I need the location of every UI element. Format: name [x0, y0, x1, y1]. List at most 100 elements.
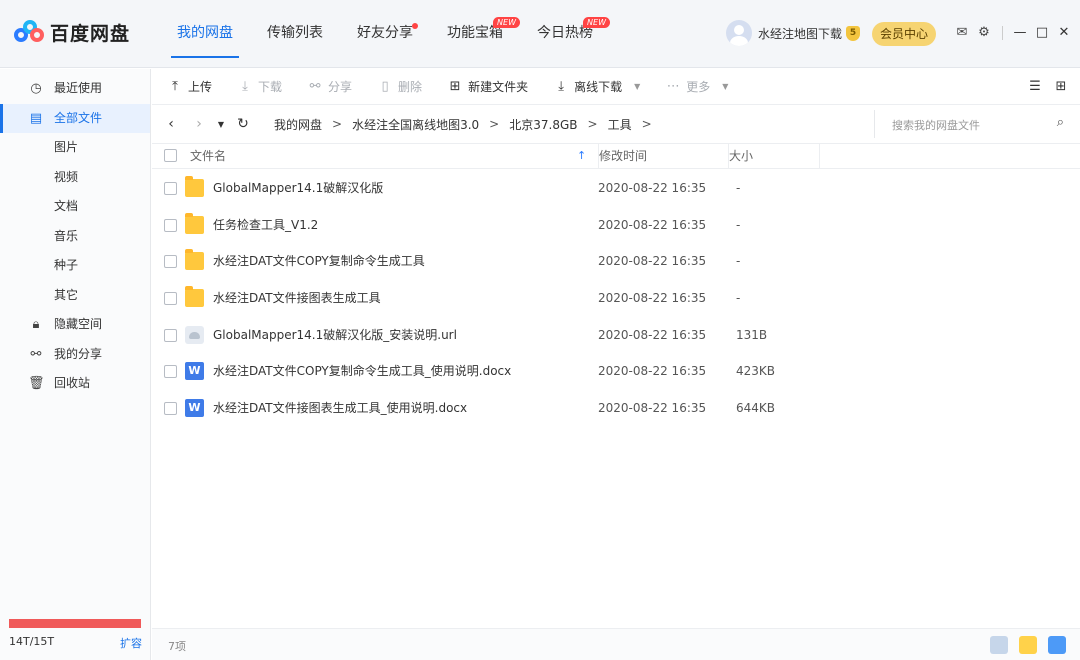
user-profile[interactable]: 水经注地图下载 5: [726, 20, 861, 46]
tab-friend-share[interactable]: 好友分享: [340, 0, 430, 68]
button-label: 删除: [398, 80, 423, 94]
search-input[interactable]: 搜索我的网盘文件: [892, 117, 980, 133]
file-name[interactable]: 水经注DAT文件接图表生成工具_使用说明.docx: [213, 390, 467, 426]
table-row[interactable]: GlobalMapper14.1破解汉化版_安装说明.url 2020-08-2…: [152, 317, 1080, 354]
file-name[interactable]: 水经注DAT文件COPY复制命令生成工具: [213, 243, 425, 279]
row-checkbox[interactable]: [164, 328, 177, 342]
select-all-checkbox[interactable]: [164, 149, 177, 162]
gear-icon[interactable]: ⚙: [976, 24, 992, 42]
file-time: 2020-08-22 16:35: [598, 291, 707, 306]
file-name[interactable]: 任务检查工具_V1.2: [213, 207, 318, 243]
table-row[interactable]: 水经注DAT文件COPY复制命令生成工具 2020-08-22 16:35 -: [152, 243, 1080, 280]
sidebar-item-label: 文档: [54, 199, 79, 213]
sidebar-item-recent[interactable]: ◷ 最近使用: [0, 74, 150, 104]
sidebar-item-torrents[interactable]: 种子: [0, 251, 150, 281]
breadcrumb-item[interactable]: 水经注全国离线地图3.0: [352, 116, 479, 133]
row-checkbox[interactable]: [164, 218, 177, 232]
sidebar-item-all-files[interactable]: ▤ 全部文件: [0, 103, 150, 133]
file-name[interactable]: GlobalMapper14.1破解汉化版: [213, 170, 383, 206]
safe-box-icon[interactable]: [1048, 636, 1066, 654]
chevron-right-icon: >: [332, 117, 343, 131]
button-label: 上传: [188, 80, 213, 94]
row-checkbox[interactable]: [164, 402, 177, 416]
offline-download-button[interactable]: ⤓ 离线下载 ▼: [554, 78, 640, 95]
chevron-right-icon[interactable]: >: [642, 117, 652, 131]
sidebar-item-other[interactable]: 其它: [0, 281, 150, 311]
upload-button[interactable]: ⤒ 上传: [168, 78, 212, 95]
table-row[interactable]: 任务检查工具_V1.2 2020-08-22 16:35 -: [152, 207, 1080, 244]
member-center-button[interactable]: 会员中心: [872, 22, 936, 46]
file-name[interactable]: GlobalMapper14.1破解汉化版_安装说明.url: [213, 317, 457, 353]
upload-folder-icon[interactable]: [1019, 636, 1037, 654]
row-checkbox[interactable]: [164, 182, 177, 195]
chevron-down-icon: ▼: [722, 82, 729, 91]
avatar[interactable]: [726, 20, 752, 46]
tab-my-disk[interactable]: 我的网盘: [160, 0, 250, 68]
maximize-icon[interactable]: □: [1031, 24, 1053, 42]
refresh-icon[interactable]: ↻: [234, 116, 252, 132]
trash-icon: ▯: [381, 79, 389, 94]
file-size: -: [736, 217, 741, 232]
button-label: 离线下载: [574, 80, 623, 94]
grid-view-icon[interactable]: ⊞: [1052, 78, 1070, 96]
more-button[interactable]: ⋯ 更多 ▼: [666, 78, 729, 95]
table-row[interactable]: W 水经注DAT文件接图表生成工具_使用说明.docx 2020-08-22 1…: [152, 390, 1080, 427]
button-label: 新建文件夹: [468, 80, 529, 94]
table-row[interactable]: 水经注DAT文件接图表生成工具 2020-08-22 16:35 -: [152, 280, 1080, 317]
sidebar-item-music[interactable]: 音乐: [0, 222, 150, 252]
column-header-time[interactable]: 修改时间: [598, 144, 647, 168]
sidebar-item-hidden-space[interactable]: 🔒︎ 隐藏空间: [0, 310, 150, 340]
word-document-icon: W: [185, 399, 204, 418]
tab-label: 传输列表: [267, 25, 323, 41]
search-box[interactable]: 搜索我的网盘文件 ⌕: [874, 110, 1074, 138]
tab-toolbox[interactable]: 功能宝箱 NEW: [430, 0, 520, 68]
sidebar-item-images[interactable]: 图片: [0, 133, 150, 163]
sidebar-item-videos[interactable]: 视频: [0, 163, 150, 193]
expand-storage-link[interactable]: 扩容: [120, 635, 142, 651]
back-icon[interactable]: ‹: [162, 116, 180, 132]
sidebar-item-my-shares[interactable]: ⚯ 我的分享: [0, 340, 150, 370]
mail-icon[interactable]: ✉: [954, 24, 970, 42]
sidebar-item-documents[interactable]: 文档: [0, 192, 150, 222]
apps-icon[interactable]: [990, 636, 1008, 654]
breadcrumb-item[interactable]: 工具: [608, 116, 632, 133]
file-size: -: [736, 254, 741, 269]
delete-button[interactable]: ▯ 删除: [378, 78, 422, 95]
minimize-icon[interactable]: —: [1009, 24, 1031, 42]
table-row[interactable]: GlobalMapper14.1破解汉化版 2020-08-22 16:35 -: [152, 170, 1080, 207]
row-checkbox[interactable]: [164, 255, 177, 269]
file-name[interactable]: 水经注DAT文件接图表生成工具: [213, 280, 381, 316]
file-table-header: 文件名 ↑ 修改时间 大小: [152, 143, 1080, 169]
history-dropdown-icon[interactable]: ▼: [212, 120, 230, 129]
tab-hot-list[interactable]: 今日热榜 NEW: [520, 0, 610, 68]
sort-icon[interactable]: ☰: [1026, 78, 1044, 96]
user-name[interactable]: 水经注地图下载: [758, 25, 842, 42]
status-bar: 7项: [152, 628, 1080, 660]
file-name[interactable]: 水经注DAT文件COPY复制命令生成工具_使用说明.docx: [213, 353, 511, 389]
toolbar: ⤒ 上传 ⤓ 下载 ⚯ 分享 ▯ 删除 ⊞ 新建文件夹 ⤓ 离线下载 ▼ ⋯ 更多 ▼ ☰ ⊞: [152, 69, 1080, 105]
trash-icon: 🗑︎: [28, 376, 45, 391]
sort-ascending-icon[interactable]: ↑: [577, 144, 586, 168]
tab-transfer-list[interactable]: 传输列表: [250, 0, 340, 68]
search-icon[interactable]: ⌕: [1057, 115, 1064, 130]
table-row[interactable]: W 水经注DAT文件COPY复制命令生成工具_使用说明.docx 2020-08…: [152, 353, 1080, 390]
breadcrumb-item[interactable]: 北京37.8GB: [509, 116, 577, 133]
forward-icon[interactable]: ›: [190, 116, 208, 132]
download-button[interactable]: ⤓ 下载: [238, 78, 282, 95]
close-icon[interactable]: ✕: [1053, 24, 1075, 42]
row-checkbox[interactable]: [164, 292, 177, 306]
column-header-label: 大小: [729, 149, 754, 163]
download-icon: ⤓: [242, 79, 248, 94]
new-folder-button[interactable]: ⊞ 新建文件夹: [448, 78, 528, 95]
share-button[interactable]: ⚯ 分享: [308, 78, 352, 95]
path-bar: ‹ › ▼ ↻ 我的网盘 > 水经注全国离线地图3.0 > 北京37.8GB >…: [152, 106, 1080, 142]
column-header-name[interactable]: 文件名: [190, 144, 226, 168]
breadcrumb-item[interactable]: 我的网盘: [274, 116, 322, 133]
column-header-size[interactable]: 大小: [728, 144, 753, 168]
folder-icon: [185, 176, 204, 197]
folder-icon: [185, 286, 204, 308]
sidebar-item-label: 其它: [54, 287, 79, 302]
row-checkbox[interactable]: [164, 365, 177, 379]
app-logo[interactable]: 百度网盘: [14, 18, 130, 46]
sidebar-item-recycle-bin[interactable]: 🗑︎ 回收站: [0, 369, 150, 399]
